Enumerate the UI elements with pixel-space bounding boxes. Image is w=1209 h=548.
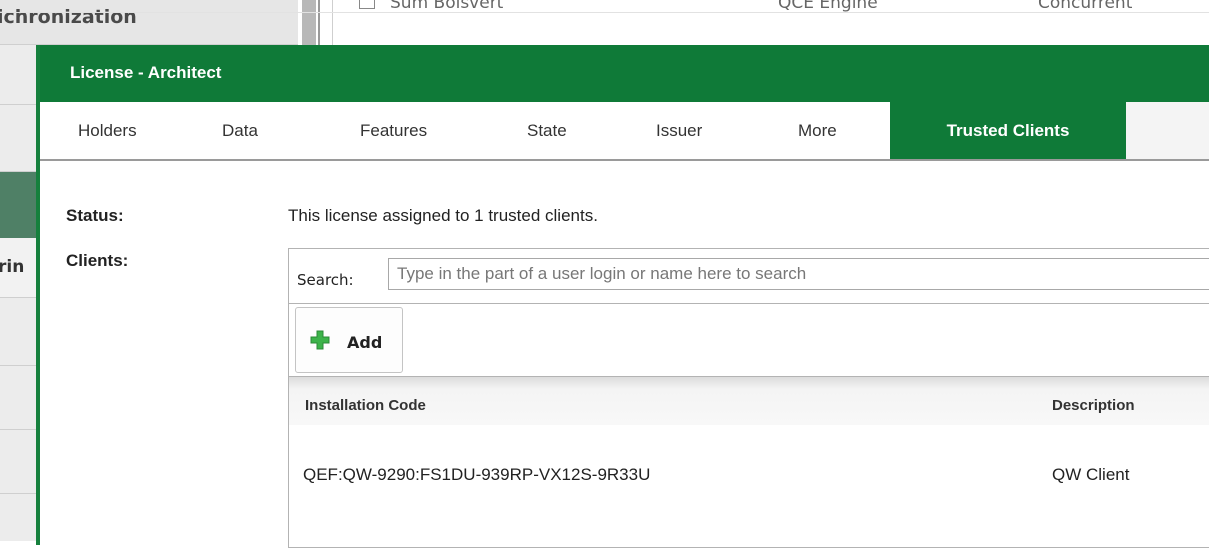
cell-description: QW Client	[1052, 465, 1130, 484]
row-engine: QCE Engine	[778, 0, 878, 13]
clients-label: Clients:	[66, 251, 129, 270]
sidebar-item[interactable]	[0, 366, 38, 430]
tab-state[interactable]: State	[527, 102, 567, 159]
row-checkbox[interactable]	[359, 0, 375, 9]
license-dialog: License - Architect Holders Data Feature…	[36, 45, 1209, 548]
tab-bar: Holders Data Features State Issuer More …	[40, 102, 1209, 161]
row-name: Sum Boisvert	[390, 0, 504, 13]
row-mode: Concurrent	[1038, 0, 1133, 13]
sidebar-item[interactable]	[0, 105, 38, 172]
add-client-button[interactable]: Add	[295, 307, 403, 373]
add-button-label: Add	[347, 333, 383, 352]
divider	[289, 303, 1209, 304]
tab-holders[interactable]: Holders	[78, 102, 137, 159]
sidebar-item-label: rin	[0, 257, 25, 277]
sidebar-item[interactable]	[0, 45, 38, 105]
search-label: Search:	[297, 271, 354, 289]
sidebar-item[interactable]	[0, 430, 38, 494]
sidebar-section-synchronization[interactable]: ichronization	[0, 0, 298, 45]
search-input[interactable]	[388, 258, 1209, 290]
tab-trusted-clients[interactable]: Trusted Clients	[890, 102, 1126, 159]
tab-data[interactable]: Data	[222, 102, 258, 159]
tab-bar-filler	[1126, 102, 1209, 159]
sidebar-item[interactable]: rin	[0, 238, 38, 298]
sidebar-item[interactable]	[0, 494, 38, 541]
tab-features[interactable]: Features	[360, 102, 427, 159]
dialog-title: License - Architect	[70, 63, 222, 82]
splitter-edge	[318, 0, 320, 45]
plus-icon	[310, 330, 330, 350]
trusted-clients-panel: Search: Add Installation Code Descriptio…	[288, 248, 1209, 548]
sidebar-item[interactable]	[0, 298, 38, 366]
tab-more[interactable]: More	[798, 102, 837, 159]
splitter-handle[interactable]	[302, 0, 316, 45]
divider	[0, 12, 1209, 13]
cell-installation-code: QEF:QW-9290:FS1DU-939RP-VX12S-9R33U	[303, 465, 651, 484]
sidebar-section-label: ichronization	[0, 6, 137, 28]
column-header-installation-code[interactable]: Installation Code	[305, 397, 426, 414]
sidebar-item-selected[interactable]	[0, 172, 38, 238]
table-header: Installation Code Description	[289, 377, 1209, 425]
status-text: This license assigned to 1 trusted clien…	[288, 206, 598, 225]
column-header-description[interactable]: Description	[1052, 397, 1135, 414]
tab-issuer[interactable]: Issuer	[656, 102, 702, 159]
status-label: Status:	[66, 206, 124, 225]
dialog-titlebar[interactable]: License - Architect	[40, 45, 1209, 102]
